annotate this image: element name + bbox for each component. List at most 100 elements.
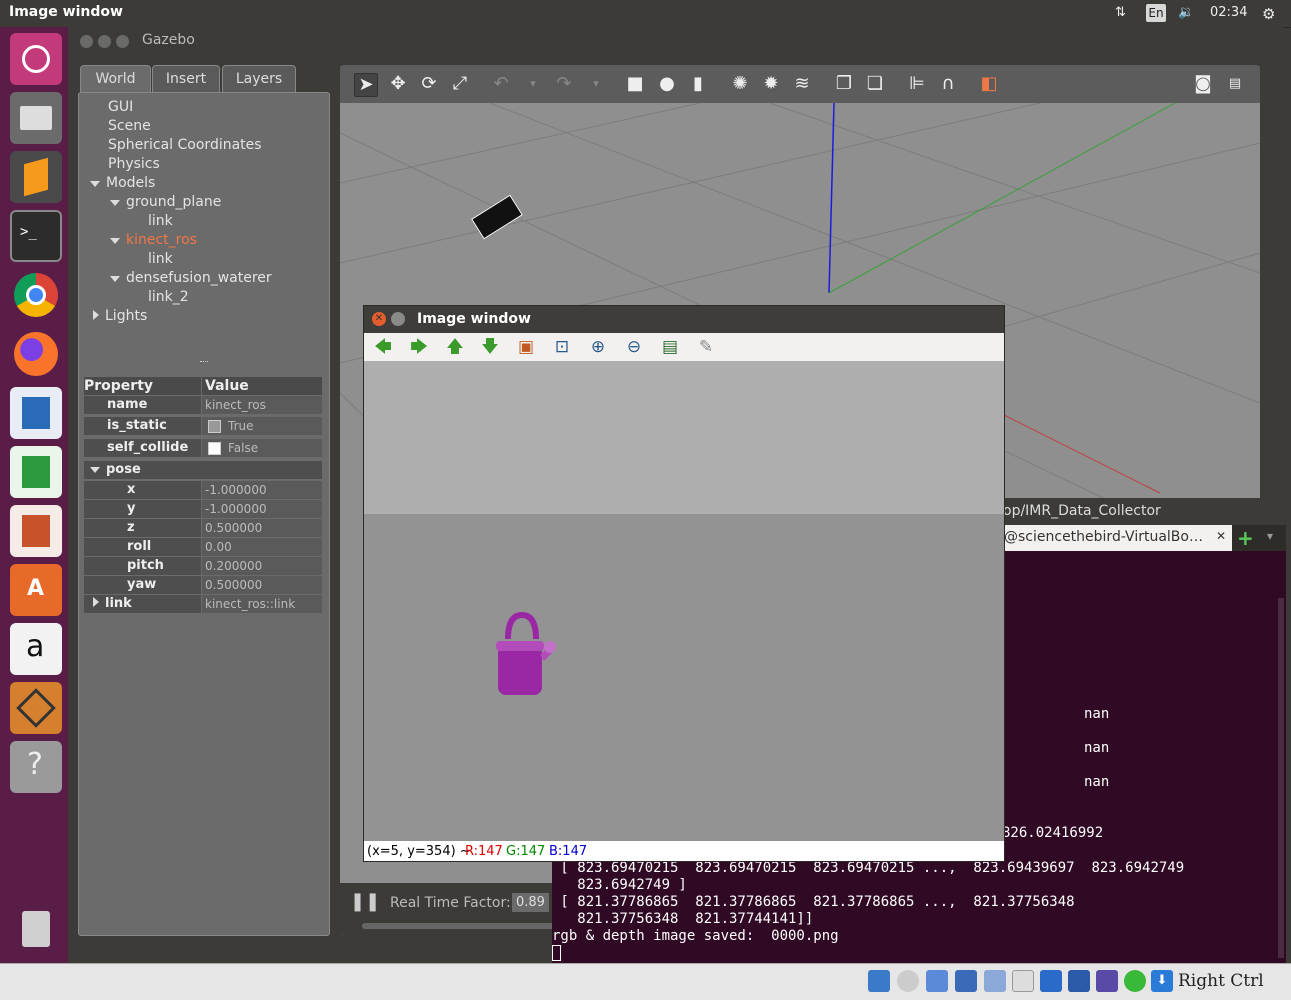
align-icon[interactable]: ⊫ — [906, 73, 928, 95]
prop-roll-value[interactable]: 0.00 — [202, 538, 322, 556]
tree-ground-plane-link[interactable]: link — [148, 213, 173, 229]
usb-icon[interactable] — [984, 970, 1006, 992]
save-icon[interactable]: ▤ — [659, 336, 681, 358]
software-center-icon[interactable]: A — [10, 564, 62, 616]
trash-icon[interactable] — [10, 903, 62, 955]
directional-light-icon[interactable]: ≋ — [791, 73, 813, 95]
minimize-icon[interactable] — [98, 35, 111, 48]
view-angle-icon[interactable]: ◧ — [978, 73, 1000, 95]
tab-world[interactable]: World — [80, 65, 151, 93]
keyboard-capture-icon[interactable]: ⬇ — [1151, 970, 1173, 992]
zoom-fit-icon[interactable]: ⊡ — [551, 336, 573, 358]
tree-kinect-ros[interactable]: kinect_ros — [110, 232, 197, 248]
log-icon[interactable]: ▤ — [1224, 73, 1246, 95]
chrome-icon[interactable] — [10, 269, 62, 321]
close-tab-icon[interactable]: ✕ — [1216, 529, 1226, 543]
video-capture-icon[interactable] — [1068, 970, 1090, 992]
tab-menu-icon[interactable]: ▾ — [1267, 529, 1273, 543]
mouse-integration-icon[interactable] — [1124, 970, 1146, 992]
screenshot-icon[interactable]: ◙ — [1192, 73, 1214, 95]
tab-insert[interactable]: Insert — [152, 65, 220, 93]
collapsed-icon[interactable] — [93, 310, 99, 320]
prop-name-value[interactable]: kinect_ros — [202, 396, 322, 414]
sphere-shape-icon[interactable]: ● — [656, 73, 678, 95]
collapsed-icon[interactable] — [93, 597, 99, 607]
maximize-icon[interactable] — [116, 35, 129, 48]
minimize-icon[interactable] — [391, 312, 405, 326]
tree-ground-plane[interactable]: ground_plane — [110, 194, 221, 210]
image-icon[interactable]: ▣ — [515, 336, 537, 358]
display-icon[interactable] — [1040, 970, 1062, 992]
paste-icon[interactable]: ❏ — [864, 73, 886, 95]
pan-down-icon[interactable]: 🡇 — [479, 336, 501, 358]
optical-drive-icon[interactable] — [897, 970, 919, 992]
ubuntu-dash-icon[interactable] — [10, 33, 62, 85]
tree-densefusion-waterer[interactable]: densefusion_waterer — [110, 270, 272, 286]
calc-icon[interactable] — [10, 446, 62, 498]
close-icon[interactable] — [80, 35, 93, 48]
prop-y-value[interactable]: -1.000000 — [202, 500, 322, 518]
prop-link-value[interactable]: kinect_ros::link — [202, 595, 322, 613]
expand-icon[interactable] — [110, 238, 120, 244]
new-tab-icon[interactable]: + — [1237, 526, 1254, 550]
volume-icon[interactable]: 🔉 — [1178, 5, 1194, 20]
pan-up-icon[interactable]: 🡅 — [444, 336, 466, 358]
tree-densefusion-link[interactable]: link_2 — [148, 289, 189, 305]
firefox-icon[interactable] — [10, 328, 62, 380]
prop-link-key[interactable]: link — [84, 595, 201, 613]
terminal-scrollbar[interactable] — [1278, 598, 1284, 958]
expand-icon[interactable] — [110, 200, 120, 206]
box-shape-icon[interactable]: ■ — [624, 73, 646, 95]
virtualization-icon[interactable] — [1096, 970, 1118, 992]
tree-kinect-link[interactable]: link — [148, 251, 173, 267]
pan-left-icon[interactable]: 🡄 — [372, 336, 394, 358]
network-icon[interactable]: ⇅ — [1115, 5, 1126, 20]
spot-light-icon[interactable]: ✹ — [760, 73, 782, 95]
prop-x-value[interactable]: -1.000000 — [202, 481, 322, 499]
zoom-in-icon[interactable]: ⊕ — [587, 336, 609, 358]
audio-icon[interactable] — [926, 970, 948, 992]
prop-collide-value[interactable]: False — [202, 439, 322, 457]
tree-models[interactable]: Models — [90, 175, 155, 191]
system-settings-icon[interactable] — [10, 682, 62, 734]
expand-icon[interactable] — [110, 276, 120, 282]
properties-icon[interactable]: ✎ — [695, 336, 717, 358]
splitter-handle[interactable] — [200, 361, 208, 365]
writer-icon[interactable] — [10, 387, 62, 439]
prop-pose-key[interactable]: pose — [84, 461, 322, 479]
close-icon[interactable]: ✕ — [372, 312, 386, 326]
disk-icon[interactable] — [868, 970, 890, 992]
redo-history-icon[interactable]: ▾ — [585, 73, 607, 95]
gear-icon[interactable]: ⚙ — [1262, 5, 1275, 23]
tree-physics[interactable]: Physics — [108, 156, 160, 172]
shared-folder-icon[interactable] — [1012, 970, 1034, 992]
redo-icon[interactable]: ↷ — [553, 73, 575, 95]
cylinder-shape-icon[interactable]: ▮ — [687, 73, 709, 95]
tree-spherical-coordinates[interactable]: Spherical Coordinates — [108, 137, 262, 153]
prop-z-value[interactable]: 0.500000 — [202, 519, 322, 537]
checkbox-checked-icon[interactable] — [208, 420, 221, 433]
terminal-tab[interactable]: @sciencethebird-VirtualBo… ✕ — [1000, 525, 1232, 551]
point-light-icon[interactable]: ✺ — [729, 73, 751, 95]
files-icon[interactable] — [10, 92, 62, 144]
checkbox-unchecked-icon[interactable] — [208, 442, 221, 455]
zoom-out-icon[interactable]: ⊖ — [623, 336, 645, 358]
impress-icon[interactable] — [10, 505, 62, 557]
tree-scene[interactable]: Scene — [108, 118, 151, 134]
pause-icon[interactable]: ❚❚ — [350, 891, 380, 912]
tree-lights[interactable]: Lights — [93, 308, 147, 324]
copy-icon[interactable]: ❐ — [833, 73, 855, 95]
terminal-icon[interactable]: >_ — [10, 210, 62, 262]
translate-mode-icon[interactable]: ✥ — [387, 73, 409, 95]
undo-history-icon[interactable]: ▾ — [522, 73, 544, 95]
sublime-text-icon[interactable] — [10, 151, 62, 203]
pan-right-icon[interactable]: 🡆 — [408, 336, 430, 358]
undo-icon[interactable]: ↶ — [490, 73, 512, 95]
snap-icon[interactable]: ∩ — [937, 73, 959, 95]
tree-gui[interactable]: GUI — [108, 99, 133, 115]
tab-layers[interactable]: Layers — [222, 65, 296, 93]
prop-static-value[interactable]: True — [202, 417, 322, 435]
clock[interactable]: 02:34 — [1210, 5, 1247, 20]
keyboard-layout-indicator[interactable]: En — [1146, 4, 1166, 22]
network-adapter-icon[interactable] — [955, 970, 977, 992]
